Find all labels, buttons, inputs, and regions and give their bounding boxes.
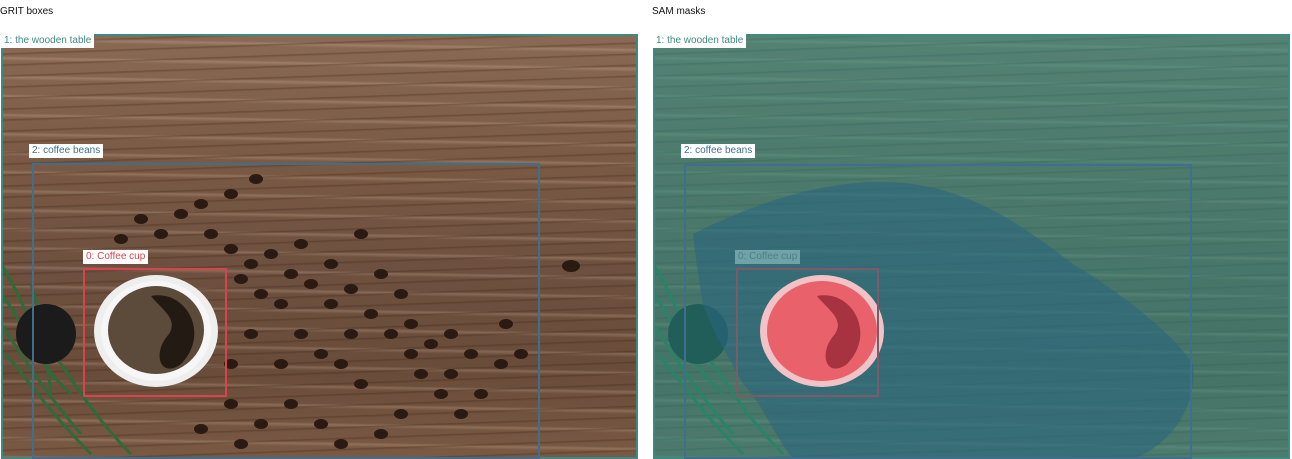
box-cup-right [736,268,879,397]
left-panel-title: GRIT boxes [0,6,54,17]
label-beans: 2: coffee beans [29,144,104,158]
label-beans-right: 2: coffee beans [681,144,756,158]
label-cup-right: 0: Coffee cup [735,250,801,264]
label-cup: 0: Coffee cup [83,250,149,264]
label-table: 1: the wooden table [1,34,95,48]
left-photo: 1: the wooden table 2: coffee beans 0: C… [1,34,638,459]
right-panel-title: SAM masks [652,6,706,17]
box-cup [83,268,227,397]
label-table-right: 1: the wooden table [653,34,747,48]
right-photo: 1: the wooden table 2: coffee beans 0: C… [653,34,1290,459]
